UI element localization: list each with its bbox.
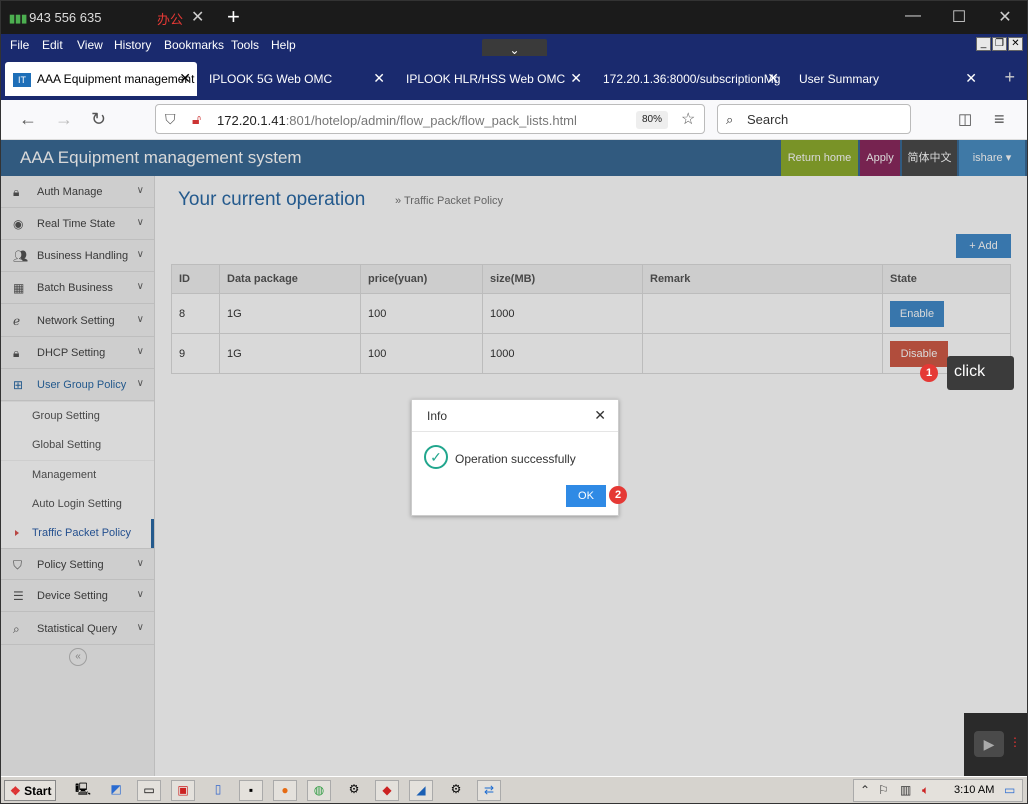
close-small-icon[interactable]: ✕ — [191, 7, 204, 27]
firefox-icon[interactable]: ● — [273, 780, 297, 801]
step-badge-2: 2 — [609, 486, 627, 504]
teamviewer-icon[interactable]: ⇄ — [477, 780, 501, 801]
nav-bar: ← → ↻ ⛉ 🔓︎ 172.20.1.41:801/hotelop/admin… — [1, 100, 1027, 140]
system-tray: ⌃ ⚐ ▥ 🔈︎ 3:10 AM ▭ — [853, 779, 1023, 802]
tab-bar: IT AAA Equipment management ✕ IPLOOK 5G W… — [1, 56, 1027, 100]
new-window-button[interactable]: + — [227, 4, 240, 30]
tab-label: AAA Equipment management — [37, 72, 195, 86]
windows-logo-icon: ❖ — [10, 784, 21, 798]
taskbar: ❖ Start 🖳︎ ◩ ▭ ▣ ▯ ▪ ● ◍ ⚙ ◆ ◢ ⚙ ⇄ ⌃ ⚐ ▥… — [1, 776, 1027, 803]
office-label: 办公 — [157, 12, 184, 27]
tab-5g-omc[interactable]: IPLOOK 5G Web OMC ✕ — [201, 62, 391, 96]
clock: 3:10 AM — [954, 784, 995, 796]
url-text[interactable]: 172.20.1.41:801/hotelop/admin/flow_pack/… — [217, 113, 577, 128]
menu-history[interactable]: History — [114, 38, 151, 52]
app-icon[interactable]: ▣ — [171, 780, 195, 801]
volume-muted-icon[interactable]: 🔈︎ — [922, 783, 929, 798]
tab-label: IPLOOK HLR/HSS Web OMC — [406, 72, 566, 86]
computer-icon[interactable]: 🖳︎ — [71, 780, 95, 801]
click-tooltip: click — [947, 356, 1014, 390]
tab-hlr-omc[interactable]: IPLOOK HLR/HSS Web OMC ✕ — [398, 62, 588, 96]
menu-edit[interactable]: Edit — [42, 38, 63, 52]
menu-file[interactable]: File — [10, 38, 29, 52]
network2-icon[interactable]: ⚙ — [444, 780, 468, 801]
dialog-message: Operation successfully — [455, 452, 576, 466]
menu-help[interactable]: Help — [271, 38, 296, 52]
chrome-icon[interactable]: ◍ — [307, 780, 331, 801]
tab-label: User Summary — [799, 72, 880, 86]
tab-label: IPLOOK 5G Web OMC — [209, 72, 333, 86]
start-label: Start — [24, 784, 52, 798]
video-call-icon: ▶ — [974, 731, 1004, 757]
tab-aaa[interactable]: IT AAA Equipment management ✕ — [5, 62, 197, 96]
close-window-button[interactable]: ✕ — [995, 7, 1015, 27]
title-bar: ▮▮▮ 943 556 635 办公 ✕ + — ☐ ✕ — [1, 1, 1027, 34]
step-badge-1: 1 — [920, 364, 938, 382]
tab-close-icon[interactable]: ✕ — [179, 70, 191, 87]
tab-close-icon[interactable]: ✕ — [965, 70, 977, 87]
url-bar[interactable]: ⛉ 🔓︎ 172.20.1.41:801/hotelop/admin/flow_… — [155, 104, 705, 134]
new-tab-button[interactable]: + — [1004, 67, 1015, 88]
pocket-icon[interactable]: ◫ — [958, 110, 972, 128]
tab-user-summary[interactable]: User Summary ✕ — [791, 62, 983, 96]
tray-network-icon[interactable]: ▥ — [900, 783, 911, 797]
back-arrow-icon[interactable]: ← — [19, 109, 37, 130]
url-path: :801/hotelop/admin/flow_pack/flow_pack_l… — [285, 113, 577, 128]
tab-subscription[interactable]: 172.20.1.36:8000/subscriptionMg ✕ — [595, 62, 785, 96]
tab-label: 172.20.1.36:8000/subscriptionMg — [603, 72, 781, 86]
flag-icon[interactable]: ⚐ — [878, 783, 889, 797]
success-check-icon: ✓ — [424, 445, 448, 469]
site-favicon-icon: IT — [13, 72, 31, 87]
tray-expand-icon[interactable]: ⌃ — [860, 783, 870, 797]
terminal-icon[interactable]: ▪ — [239, 780, 263, 801]
forward-arrow-icon[interactable]: → — [55, 109, 73, 130]
insecure-lock-icon[interactable]: 🔓︎ — [192, 111, 201, 128]
menu-tools[interactable]: Tools — [231, 38, 259, 52]
tab-close-icon[interactable]: ✕ — [767, 70, 779, 87]
dialog-close-icon[interactable]: ✕ — [594, 407, 606, 424]
remote-icon[interactable]: ◩ — [104, 780, 128, 801]
start-button[interactable]: ❖ Start — [4, 780, 56, 801]
minimize-button[interactable]: — — [903, 7, 923, 25]
more-vertical-icon[interactable]: ⋮ — [1009, 735, 1021, 749]
floating-widget[interactable]: ▶ ⋮ — [964, 713, 1027, 776]
inner-restore-button[interactable]: ❐ — [992, 37, 1007, 51]
desktop-icon[interactable]: ▭ — [1004, 783, 1015, 797]
document-icon[interactable]: ▯ — [206, 780, 230, 801]
tab-close-icon[interactable]: ✕ — [570, 70, 582, 87]
signal-indicator: ▮▮▮ 943 556 635 — [9, 10, 101, 25]
url-host: 172.20.1.41 — [217, 113, 286, 128]
browser-window: ▮▮▮ 943 556 635 办公 ✕ + — ☐ ✕ File Edit Vi… — [0, 0, 1028, 804]
folder-icon[interactable]: ▭ — [137, 780, 161, 801]
signal-label: 943 556 635 — [29, 10, 102, 25]
inner-minimize-button[interactable]: _ — [976, 37, 991, 51]
bookmark-star-icon[interactable]: ☆ — [681, 109, 695, 129]
network-icon[interactable]: ⚙ — [342, 780, 366, 801]
signal-icon: ▮▮▮ — [9, 13, 28, 25]
zoom-level-badge[interactable]: 80% — [636, 111, 668, 129]
tab-close-icon[interactable]: ✕ — [373, 70, 385, 87]
search-icon: ⌕ — [726, 112, 734, 127]
maximize-button[interactable]: ☐ — [949, 7, 969, 27]
info-dialog: Info ✕ ✓ Operation successfully OK — [411, 399, 619, 516]
recorder-icon[interactable]: ◆ — [375, 780, 399, 801]
reload-icon[interactable]: ↻ — [91, 109, 106, 130]
menu-view[interactable]: View — [77, 38, 103, 52]
shield-icon[interactable]: ⛉ — [165, 111, 176, 128]
ok-button[interactable]: OK — [566, 485, 606, 507]
dialog-title: Info — [412, 400, 618, 432]
hamburger-menu-icon[interactable]: ≡ — [994, 109, 1005, 130]
search-placeholder: Search — [747, 112, 789, 127]
wireshark-icon[interactable]: ◢ — [409, 780, 433, 801]
search-input[interactable]: ⌕ Search — [717, 104, 911, 134]
menu-bookmarks[interactable]: Bookmarks — [164, 38, 224, 52]
inner-close-button[interactable]: ✕ — [1008, 37, 1023, 51]
